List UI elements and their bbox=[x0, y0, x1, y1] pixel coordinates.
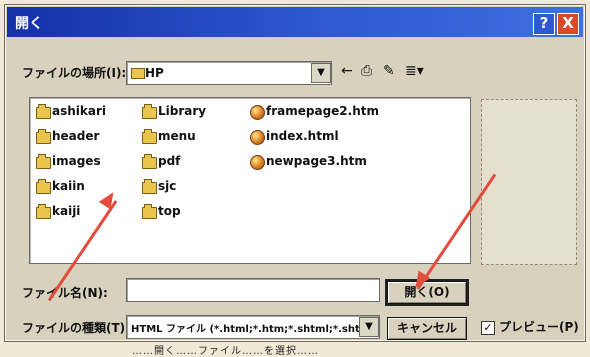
file-list-pane[interactable]: ashikari header images kaiin kaiji Libra… bbox=[29, 97, 471, 264]
folder-icon bbox=[142, 204, 157, 219]
folder-icon bbox=[36, 154, 51, 169]
cancel-button[interactable]: キャンセル bbox=[387, 317, 467, 340]
file-type-dropdown-button[interactable]: ▼ bbox=[359, 317, 379, 337]
file-label: newpage3.htm bbox=[266, 154, 367, 168]
file-label: kaiji bbox=[52, 204, 81, 218]
folder-icon bbox=[36, 179, 51, 194]
title-bar: 開く ? X bbox=[7, 7, 583, 37]
file-label: kaiin bbox=[52, 179, 85, 193]
window-title: 開く bbox=[15, 16, 43, 32]
look-in-label: ファイルの場所(I): bbox=[22, 66, 127, 80]
folder-icon bbox=[131, 68, 145, 79]
look-in-dropdown-button[interactable]: ▼ bbox=[311, 63, 331, 83]
file-name-input[interactable] bbox=[126, 278, 380, 302]
file-label: index.html bbox=[266, 129, 339, 143]
file-type-value: HTML ファイル (*.html;*.htm;*.shtml;*.shtm) bbox=[131, 324, 375, 335]
open-button[interactable]: 開く(O) bbox=[385, 279, 469, 306]
file-type-label: ファイルの種類(T): bbox=[22, 321, 130, 335]
file-label: images bbox=[52, 154, 101, 168]
file-label: framepage2.htm bbox=[266, 104, 379, 118]
help-button[interactable]: ? bbox=[533, 13, 555, 35]
folder-icon bbox=[142, 104, 157, 119]
file-name-label: ファイル名(N): bbox=[22, 286, 108, 300]
file-label: top bbox=[158, 204, 181, 218]
folder-icon bbox=[36, 129, 51, 144]
look-in-combobox[interactable]: HP ▼ bbox=[126, 61, 332, 85]
folder-icon bbox=[36, 104, 51, 119]
file-label: pdf bbox=[158, 154, 181, 168]
folder-icon bbox=[142, 154, 157, 169]
html-file-icon bbox=[250, 130, 265, 145]
up-folder-icon[interactable]: ⎙ bbox=[361, 63, 372, 79]
file-label: header bbox=[52, 129, 100, 143]
file-label: sjc bbox=[158, 179, 177, 193]
views-menu-icon[interactable]: ≣▾ bbox=[405, 63, 424, 79]
preview-label: プレビュー(P) bbox=[499, 320, 579, 334]
file-label: Library bbox=[158, 104, 207, 118]
preview-pane bbox=[481, 99, 577, 265]
html-file-icon bbox=[250, 155, 265, 170]
file-type-combobox[interactable]: HTML ファイル (*.html;*.htm;*.shtml;*.shtm) … bbox=[126, 315, 380, 339]
file-label: ashikari bbox=[52, 104, 107, 118]
html-file-icon bbox=[250, 105, 265, 120]
folder-icon bbox=[36, 204, 51, 219]
preview-checkbox[interactable]: ✓ bbox=[481, 321, 495, 335]
new-folder-icon[interactable]: ✎ bbox=[383, 63, 395, 79]
close-button[interactable]: X bbox=[557, 13, 579, 35]
folder-icon bbox=[142, 129, 157, 144]
file-label: menu bbox=[158, 129, 196, 143]
folder-icon bbox=[142, 179, 157, 194]
look-in-value: HP bbox=[145, 66, 164, 80]
back-icon[interactable]: ← bbox=[341, 63, 353, 79]
open-dialog: 開く ? X ファイルの場所(I): HP ▼ ← ⎙ ✎ ≣▾ ashikar… bbox=[4, 4, 586, 342]
